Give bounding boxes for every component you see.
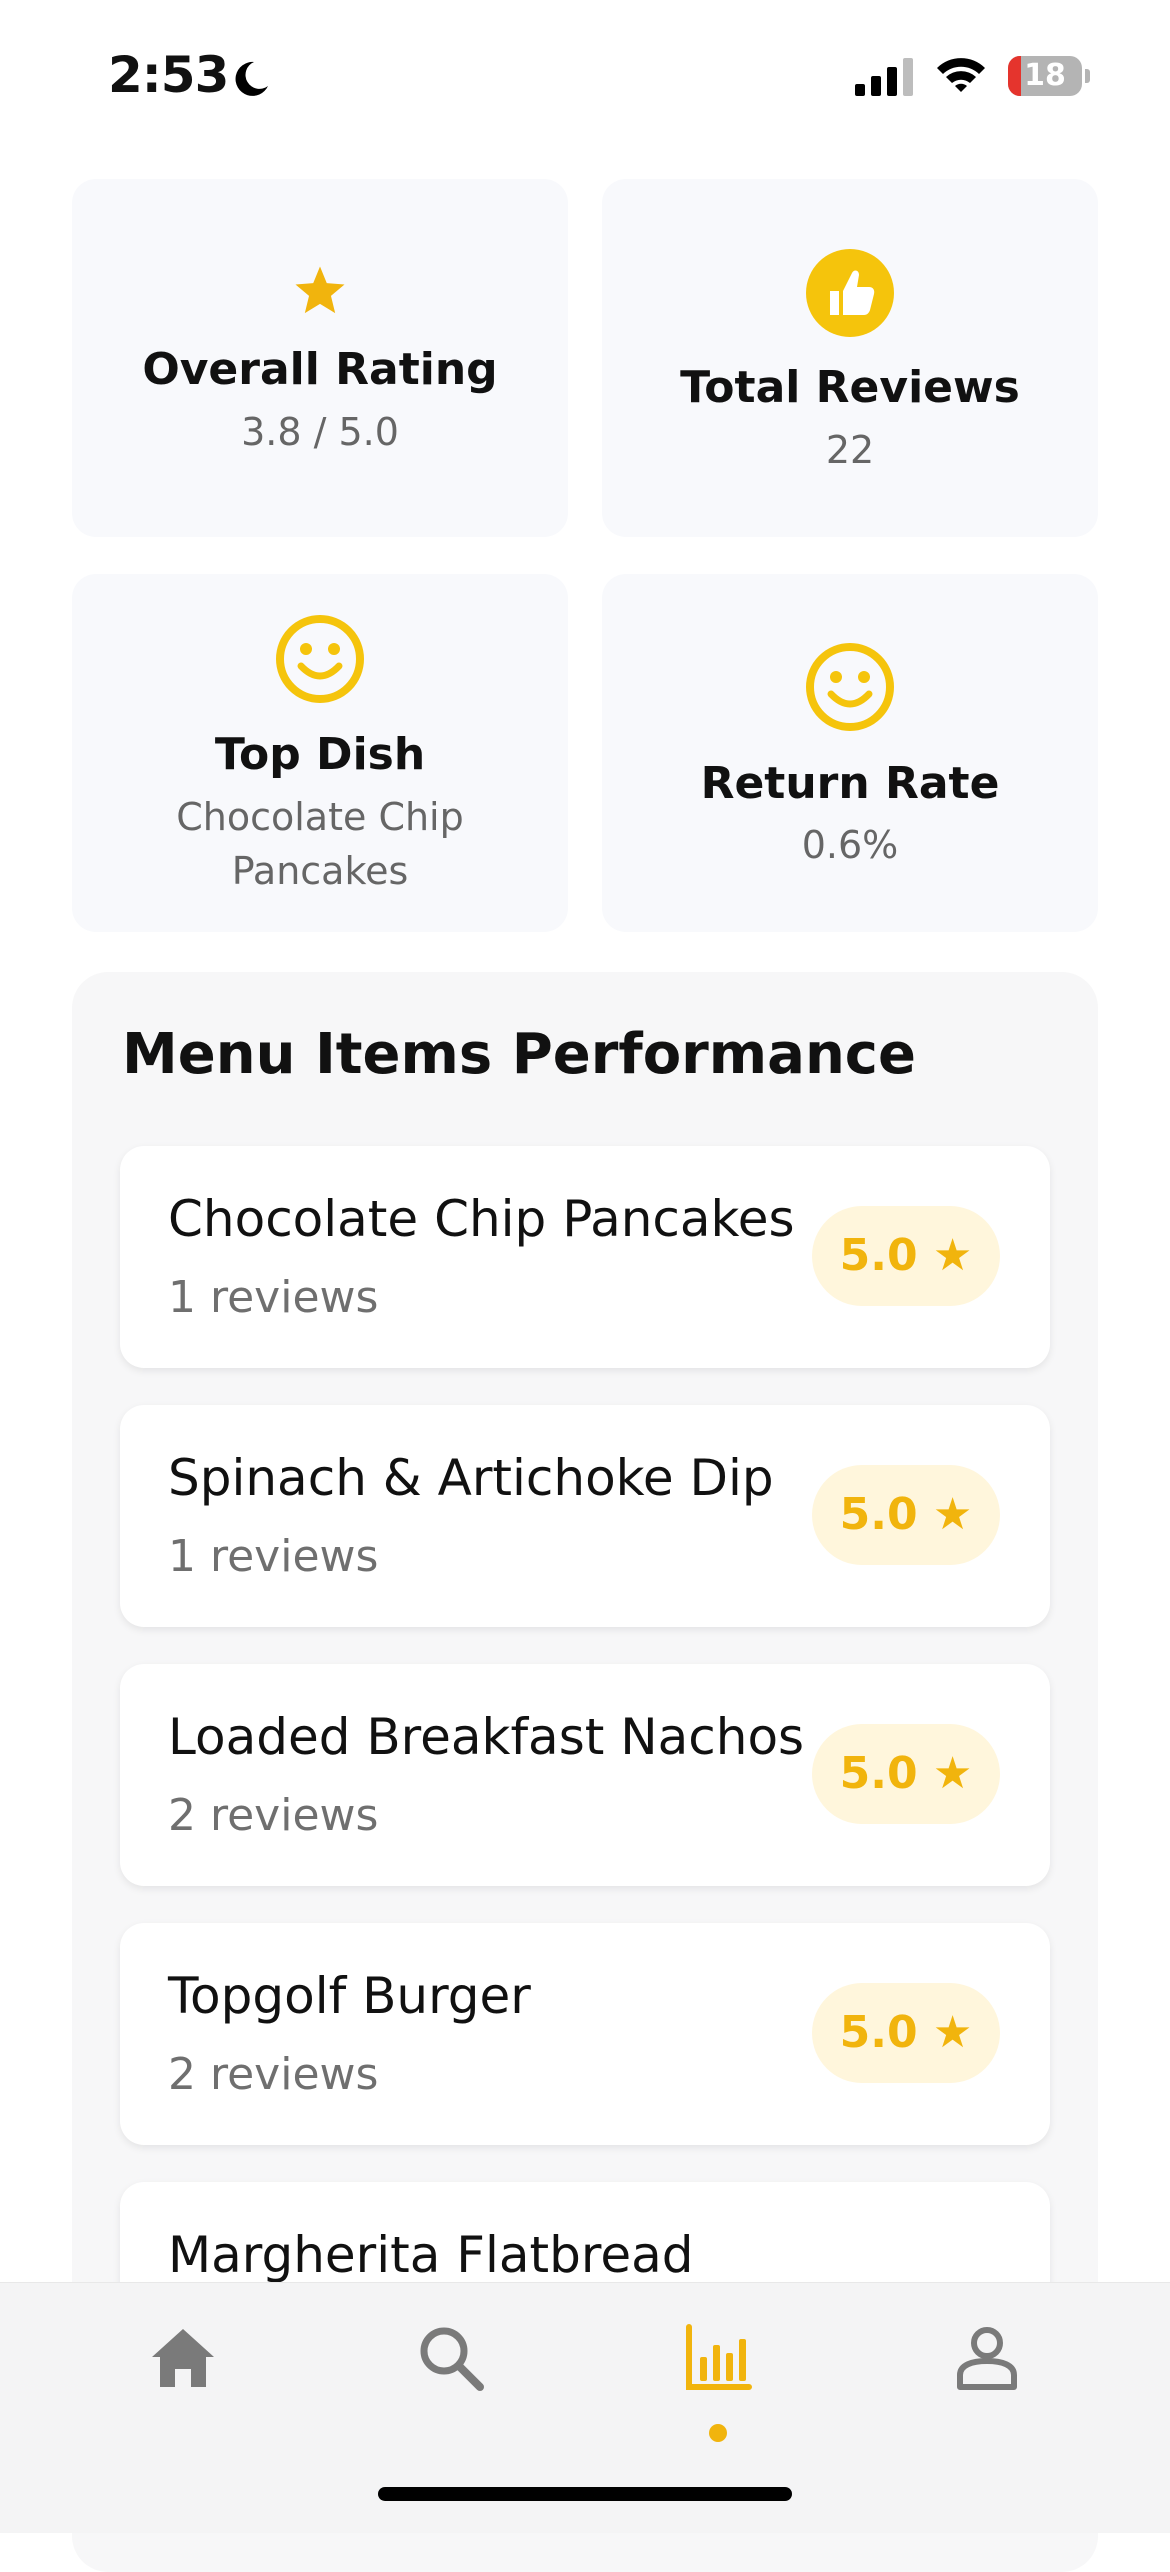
profile-icon	[957, 2327, 1017, 2390]
top-dish-card: Top Dish Chocolate Chip Pancakes	[72, 574, 568, 932]
menu-item-reviews: 2 reviews	[168, 2049, 379, 2100]
status-bar: 2:53 18	[0, 0, 1170, 150]
rating-badge: 5.0 ★	[812, 1724, 1000, 1824]
cellular-signal-icon	[855, 58, 913, 96]
menu-item-card[interactable]: Chocolate Chip Pancakes 1 reviews 5.0 ★	[120, 1146, 1050, 1368]
menu-item-name: Chocolate Chip Pancakes	[168, 1190, 795, 1248]
stat-value: 0.6%	[801, 823, 899, 867]
menu-item-card[interactable]: Topgolf Burger 2 reviews 5.0 ★	[120, 1923, 1050, 2145]
return-rate-card: Return Rate 0.6%	[602, 574, 1098, 932]
rating-badge: 5.0 ★	[812, 1983, 1000, 2083]
home-icon	[152, 2329, 214, 2387]
active-tab-indicator	[709, 2424, 727, 2442]
rating-badge: 5.0 ★	[812, 1206, 1000, 1306]
nav-analytics[interactable]	[643, 2283, 793, 2433]
menu-item-name: Loaded Breakfast Nachos	[168, 1708, 805, 1766]
menu-item-reviews: 1 reviews	[168, 1272, 379, 1323]
stat-title: Top Dish	[214, 729, 426, 780]
section-title: Menu Items Performance	[122, 1022, 916, 1087]
overall-rating-card: Overall Rating 3.8 / 5.0	[72, 179, 568, 537]
smiley-icon	[276, 615, 364, 703]
rating-badge: 5.0 ★	[812, 1465, 1000, 1565]
home-indicator[interactable]	[378, 2487, 792, 2501]
total-reviews-card: Total Reviews 22	[602, 179, 1098, 537]
menu-item-name: Topgolf Burger	[168, 1967, 531, 2025]
menu-item-reviews: 1 reviews	[168, 1531, 379, 1582]
stat-title: Total Reviews	[680, 362, 1020, 413]
nav-home[interactable]	[108, 2283, 258, 2433]
moon-icon	[235, 61, 268, 96]
stat-value: 3.8 / 5.0	[241, 410, 399, 454]
menu-item-card[interactable]: Loaded Breakfast Nachos 2 reviews 5.0 ★	[120, 1664, 1050, 1886]
status-time: 2:53	[108, 46, 229, 104]
stat-value: Chocolate Chip Pancakes	[176, 795, 464, 893]
nav-profile[interactable]	[912, 2283, 1062, 2433]
menu-item-name: Margherita Flatbread	[168, 2226, 694, 2284]
menu-item-card[interactable]: Spinach & Artichoke Dip 1 reviews 5.0 ★	[120, 1405, 1050, 1627]
battery-level: 18	[1024, 58, 1066, 93]
smiley-icon	[806, 643, 894, 731]
menu-item-reviews: 2 reviews	[168, 1790, 379, 1841]
analytics-icon	[686, 2324, 752, 2390]
star-icon	[295, 266, 345, 314]
nav-search[interactable]	[376, 2283, 526, 2433]
stat-title: Overall Rating	[142, 344, 498, 395]
stat-title: Return Rate	[700, 758, 1000, 809]
wifi-icon	[937, 58, 985, 92]
search-icon	[420, 2327, 484, 2391]
stat-value: 22	[825, 428, 875, 472]
battery-indicator: 18	[1008, 56, 1090, 98]
menu-item-name: Spinach & Artichoke Dip	[168, 1449, 774, 1507]
thumbs-up-icon	[806, 249, 894, 337]
